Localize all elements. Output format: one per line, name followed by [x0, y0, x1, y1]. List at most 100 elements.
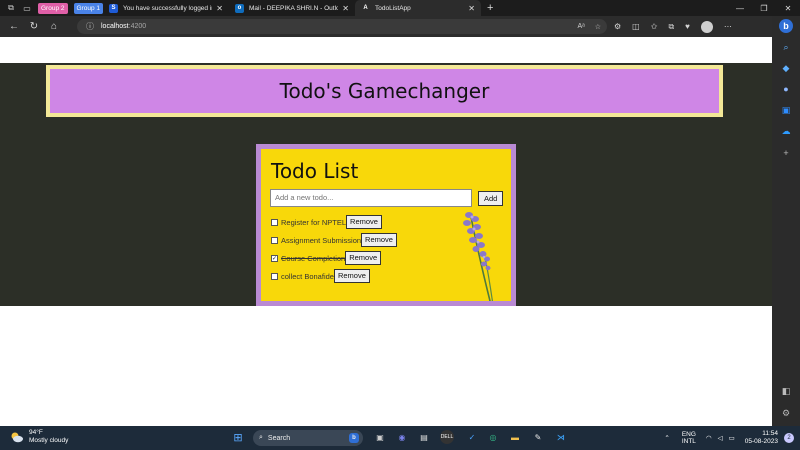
windows-taskbar: 94°F Mostly cloudy ⊞ ⌕ Search b ▣ ◉ ▤ DE… [0, 426, 800, 450]
remove-button[interactable]: Remove [345, 251, 382, 265]
remove-button[interactable]: Remove [333, 269, 370, 283]
volume-icon[interactable]: ◁ [718, 434, 723, 442]
tab-group-1[interactable]: Group 1 [73, 2, 103, 14]
notepad-icon[interactable]: ✎ [531, 430, 545, 444]
todo-item: Assignment Submission Remove [271, 233, 397, 247]
angular-icon: A [363, 5, 368, 11]
task-view-icon[interactable]: ▣ [373, 430, 387, 444]
wifi-icon[interactable]: ◠ [706, 434, 712, 442]
remove-button[interactable]: Remove [346, 215, 382, 229]
bing-icon: b [349, 433, 359, 443]
remove-button[interactable]: Remove [361, 233, 397, 247]
app-title: Todo's Gamechanger [279, 79, 490, 103]
dell-icon[interactable]: DELL [440, 430, 454, 444]
search-icon[interactable]: ⌕ [779, 40, 793, 54]
split-screen-icon[interactable]: ◫ [632, 22, 640, 31]
teams-icon[interactable]: ◉ [395, 430, 409, 444]
todo-card-body: Todo List Add a new todo... Add Register… [261, 149, 511, 301]
tab-todolistapp[interactable]: A TodoListApp ✕ [355, 0, 481, 16]
weather-widget[interactable]: 94°F Mostly cloudy [10, 429, 68, 445]
settings-gear-icon[interactable]: ⚙ [779, 406, 793, 420]
onedrive-icon[interactable]: ☁ [779, 124, 793, 138]
new-todo-input[interactable]: Add a new todo... [270, 189, 472, 207]
todo-list-heading: Todo List [271, 159, 359, 183]
url-port: :4200 [128, 23, 147, 30]
todo-text: collect Bonafide [281, 271, 334, 281]
s-favicon-icon: S [109, 3, 118, 13]
games-icon[interactable]: ● [779, 82, 793, 96]
restore-icon[interactable]: ❐ [752, 0, 776, 16]
lavender-flower-image [463, 212, 494, 301]
home-icon[interactable]: ⌂ [44, 21, 64, 32]
outlook-sidebar-icon[interactable]: ▣ [779, 103, 793, 117]
todo-item: Register for NPTEL Remove [271, 215, 382, 229]
lang-code: ENG [681, 431, 696, 438]
file-explorer-icon[interactable]: ▬ [508, 430, 522, 444]
minimize-icon[interactable]: — [728, 0, 752, 16]
tab-logged-in[interactable]: S You have successfully logged in. ✕ [103, 0, 229, 16]
address-toolbar: ← ↻ ⌂ ⓘ localhost:4200 Aᵃ ☆ ⚙ ◫ ✩ ⧉ ♥ ⋯ [0, 16, 772, 37]
cloudy-weather-icon [11, 432, 23, 443]
clock-date: 05-08-2023 [744, 438, 778, 445]
todo-card: Todo List Add a new todo... Add Register… [256, 144, 516, 306]
add-todo-button[interactable]: Add [478, 191, 504, 206]
profile-avatar[interactable] [700, 20, 713, 33]
tab-title: Mail - DEEPIKA SHRI.N - Outlook [249, 4, 339, 12]
todo-checkbox[interactable] [271, 218, 278, 226]
chevron-up-icon[interactable]: ⌃ [664, 434, 669, 442]
tab-outlook[interactable]: o Mail - DEEPIKA SHRI.N - Outlook ✕ [229, 0, 355, 16]
add-icon[interactable]: + [779, 146, 793, 160]
weather-temp: 94°F [29, 429, 43, 436]
read-aloud-icon[interactable]: Aᵃ [577, 23, 584, 30]
hide-sidebar-icon[interactable]: ◧ [779, 384, 793, 398]
search-label: Search [267, 434, 291, 442]
notification-badge[interactable]: 2 [784, 433, 794, 443]
favorite-star-icon[interactable]: ☆ [595, 23, 601, 31]
extensions-icon[interactable]: ⚙ [614, 22, 621, 31]
language-indicator[interactable]: ENG INTL [682, 431, 696, 445]
outlook-icon: o [235, 3, 244, 13]
address-bar[interactable]: ⓘ localhost:4200 Aᵃ ☆ [77, 19, 607, 34]
clock-time: 11:54 [762, 430, 778, 437]
refresh-icon[interactable]: ↻ [24, 21, 44, 32]
tab-group-2[interactable]: Group 2 [38, 2, 68, 14]
tab-title: TodoListApp [375, 4, 411, 12]
todo-text: Register for NPTEL [281, 217, 347, 227]
new-tab-button[interactable]: + [487, 2, 493, 14]
todo-text: Course Completion [281, 253, 346, 263]
todo-text: Assignment Submission [281, 235, 362, 245]
edge-browser-icon[interactable]: ◎ [486, 430, 500, 444]
tab-actions-icon[interactable]: ▭ [22, 3, 32, 13]
todo-item: ✓ Course Completion Remove [271, 251, 382, 265]
site-info-icon[interactable]: ⓘ [83, 21, 97, 32]
edge-sidebar: b ⌕ ◆ ● ▣ ☁ + ◧ ⚙ [772, 16, 800, 426]
store-icon[interactable]: ▤ [417, 430, 431, 444]
todo-item: collect Bonafide Remove [271, 269, 370, 283]
close-icon[interactable]: ✕ [468, 4, 475, 13]
window-close-icon[interactable]: ✕ [776, 0, 800, 16]
taskbar-search[interactable]: ⌕ Search b [253, 430, 363, 446]
collections-icon[interactable]: ⧉ [668, 22, 674, 32]
todo-app-icon[interactable]: ✓ [465, 430, 479, 444]
workspaces-icon[interactable]: ⧉ [6, 3, 16, 13]
more-icon[interactable]: ⋯ [724, 22, 732, 31]
close-icon[interactable]: ✕ [342, 4, 349, 13]
todo-checkbox-checked[interactable]: ✓ [271, 254, 278, 262]
clock[interactable]: 11:54 05-08-2023 [745, 430, 778, 446]
favorites-icon[interactable]: ✩ [651, 22, 658, 31]
tag-icon[interactable]: ◆ [779, 61, 793, 75]
weather-desc: Mostly cloudy [29, 437, 69, 444]
todo-checkbox[interactable] [271, 236, 278, 244]
tab-title: You have successfully logged in. [123, 4, 213, 12]
todo-checkbox[interactable] [271, 272, 278, 280]
windows-start-icon[interactable]: ⊞ [231, 430, 245, 444]
close-icon[interactable]: ✕ [216, 4, 223, 13]
vscode-icon[interactable]: ⋊ [554, 430, 568, 444]
system-tray: ⌃ ENG INTL ◠ ◁ ▭ 11:54 05-08-2023 2 [664, 426, 800, 450]
shopping-icon[interactable]: ♥ [685, 22, 690, 31]
header-banner: Todo's Gamechanger [46, 65, 723, 117]
bing-copilot-icon[interactable]: b [779, 19, 793, 33]
back-icon[interactable]: ← [4, 21, 24, 32]
search-icon: ⌕ [259, 434, 263, 441]
battery-icon[interactable]: ▭ [729, 434, 735, 442]
